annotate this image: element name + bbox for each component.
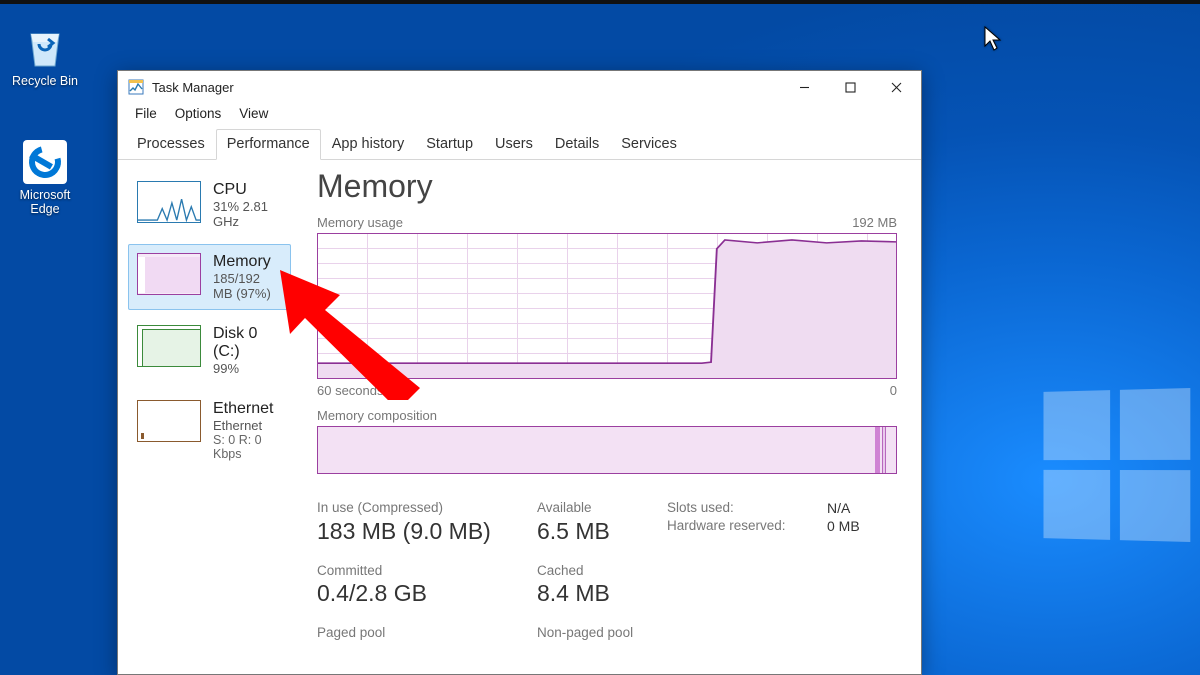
panel-heading: Memory: [317, 168, 897, 205]
stat-committed-value: 0.4/2.8 GB: [317, 580, 537, 607]
stat-hw-value: 0 MB: [827, 518, 897, 545]
disk-thumb-icon: [137, 325, 201, 367]
tab-details[interactable]: Details: [544, 129, 610, 160]
memory-main-panel: Memory Memory usage 192 MB 60 seconds 0 …: [297, 160, 921, 674]
desktop-icon-label: Recycle Bin: [6, 74, 84, 88]
sidebar-item-sub: Ethernet: [213, 418, 282, 433]
chart-foot-right: 0: [890, 383, 897, 398]
mouse-cursor-icon: [984, 26, 1002, 52]
chart-label-right: 192 MB: [852, 215, 897, 230]
content-area: CPU 31% 2.81 GHz Memory 185/192 MB (97%): [118, 160, 921, 674]
memory-usage-chart: [317, 233, 897, 379]
stat-available-label: Available: [537, 500, 667, 516]
sidebar-item-sub: 99%: [213, 361, 282, 376]
maximize-button[interactable]: [827, 72, 873, 102]
titlebar[interactable]: Task Manager: [118, 71, 921, 103]
desktop-icon-label: Microsoft Edge: [6, 188, 84, 216]
stat-cached-value: 8.4 MB: [537, 580, 667, 607]
stat-paged-label: Paged pool: [317, 625, 537, 640]
recycle-bin-icon: [21, 22, 69, 70]
windows-logo: [1043, 388, 1190, 542]
window-title: Task Manager: [152, 80, 234, 95]
close-button[interactable]: [873, 72, 919, 102]
sidebar-item-title: Disk 0 (C:): [213, 325, 282, 361]
stat-slots-value: N/A: [827, 500, 897, 516]
sidebar-item-title: Memory: [213, 253, 282, 271]
menubar: File Options View: [118, 103, 921, 128]
task-manager-icon: [128, 79, 144, 95]
tab-performance[interactable]: Performance: [216, 129, 321, 160]
sidebar-item-ethernet[interactable]: Ethernet Ethernet S: 0 R: 0 Kbps: [128, 391, 291, 470]
minimize-button[interactable]: [781, 72, 827, 102]
desktop-icon-recycle-bin[interactable]: Recycle Bin: [6, 22, 84, 88]
menu-view[interactable]: View: [230, 103, 277, 124]
sidebar-item-cpu[interactable]: CPU 31% 2.81 GHz: [128, 172, 291, 238]
tabs: Processes Performance App history Startu…: [118, 128, 921, 160]
performance-sidebar: CPU 31% 2.81 GHz Memory 185/192 MB (97%): [118, 160, 297, 674]
sidebar-item-sub: 185/192 MB (97%): [213, 271, 282, 301]
edge-icon: [23, 140, 67, 184]
sidebar-item-sub2: S: 0 R: 0 Kbps: [213, 433, 282, 461]
stat-cached-label: Cached: [537, 563, 667, 578]
stat-available-value: 6.5 MB: [537, 518, 667, 545]
sidebar-item-disk[interactable]: Disk 0 (C:) 99%: [128, 316, 291, 385]
cpu-thumb-icon: [137, 181, 201, 223]
stat-slots-label: Slots used:: [667, 500, 827, 516]
top-black-bar: [0, 0, 1200, 4]
stat-hw-label: Hardware reserved:: [667, 518, 827, 545]
tab-processes[interactable]: Processes: [126, 129, 216, 160]
menu-file[interactable]: File: [126, 103, 166, 124]
chart-label-left: Memory usage: [317, 215, 403, 230]
tab-startup[interactable]: Startup: [415, 129, 484, 160]
stat-nonpaged-label: Non-paged pool: [537, 625, 667, 640]
chart-foot-left: 60 seconds: [317, 383, 384, 398]
memory-composition-bar: [317, 426, 897, 474]
memory-thumb-icon: [137, 253, 201, 295]
stat-inuse-value: 183 MB (9.0 MB): [317, 518, 537, 545]
task-manager-window: Task Manager File Options View Processes…: [117, 70, 922, 675]
composition-label: Memory composition: [317, 408, 897, 423]
ethernet-thumb-icon: [137, 400, 201, 442]
sidebar-item-memory[interactable]: Memory 185/192 MB (97%): [128, 244, 291, 310]
stat-inuse-label: In use (Compressed): [317, 500, 537, 516]
tab-users[interactable]: Users: [484, 129, 544, 160]
stat-committed-label: Committed: [317, 563, 537, 578]
sidebar-item-sub: 31% 2.81 GHz: [213, 199, 282, 229]
memory-stats-grid: In use (Compressed) Available Slots used…: [317, 500, 897, 640]
sidebar-item-title: CPU: [213, 181, 282, 199]
tab-app-history[interactable]: App history: [321, 129, 416, 160]
desktop-icon-edge[interactable]: Microsoft Edge: [6, 140, 84, 216]
sidebar-item-title: Ethernet: [213, 400, 282, 418]
menu-options[interactable]: Options: [166, 103, 231, 124]
tab-services[interactable]: Services: [610, 129, 688, 160]
